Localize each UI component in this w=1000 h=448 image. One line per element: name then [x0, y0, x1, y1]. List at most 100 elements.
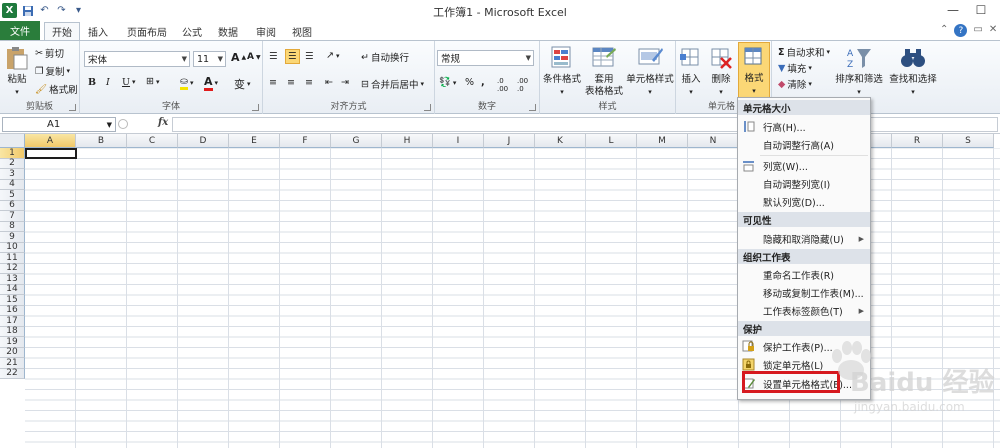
minimize-icon[interactable]: — — [938, 2, 968, 18]
bold-button[interactable]: B — [88, 77, 96, 88]
row-header-16[interactable]: 16 — [0, 305, 25, 316]
column-header-f[interactable]: F — [280, 134, 331, 148]
percent-style-button[interactable]: % — [465, 77, 474, 88]
row-header-4[interactable]: 4 — [0, 179, 25, 190]
underline-button[interactable]: U — [122, 77, 130, 88]
column-header-j[interactable]: J — [484, 134, 535, 148]
active-cell[interactable] — [25, 148, 77, 159]
tab-data[interactable]: 数据 — [216, 22, 240, 40]
merge-center-button[interactable]: ⊟ 合并后居中 ▾ — [361, 77, 424, 92]
paste-button[interactable]: 粘贴 ▾ — [3, 44, 31, 98]
number-dialog-launcher-icon[interactable] — [529, 104, 536, 111]
row-header-19[interactable]: 19 — [0, 337, 25, 348]
row-header-20[interactable]: 20 — [0, 347, 25, 358]
increase-indent-button[interactable]: ⇥ — [341, 77, 349, 88]
column-header-a[interactable]: A — [25, 134, 76, 148]
row-header-11[interactable]: 11 — [0, 253, 25, 264]
column-header-l[interactable]: L — [586, 134, 637, 148]
insert-cells-button[interactable]: 插入 ▾ — [676, 44, 706, 98]
row-header-2[interactable]: 2 — [0, 158, 25, 169]
maximize-icon[interactable]: ☐ — [966, 2, 996, 18]
row-header-22[interactable]: 22 — [0, 368, 25, 379]
row-header-13[interactable]: 13 — [0, 274, 25, 285]
minimize-ribbon-icon[interactable]: ⌃ — [940, 24, 948, 37]
align-right-button[interactable]: ≡ — [305, 77, 313, 88]
font-size-select[interactable]: 11 ▼ — [193, 51, 226, 67]
tab-page-layout[interactable]: 页面布局 — [124, 22, 170, 40]
column-header-g[interactable]: G — [331, 134, 382, 148]
font-dialog-launcher-icon[interactable] — [252, 104, 259, 111]
alignment-dialog-launcher-icon[interactable] — [424, 104, 431, 111]
align-bottom-button[interactable]: ☰ — [305, 51, 314, 62]
align-middle-button[interactable]: ☰ — [285, 49, 300, 64]
name-box[interactable]: A1 ▼ — [2, 117, 116, 132]
format-cells-button[interactable]: 格式 ▾ — [738, 42, 770, 98]
copy-button[interactable]: ❐ 复制 ▾ — [35, 64, 70, 79]
align-left-button[interactable]: ≡ — [269, 77, 277, 88]
column-header-m[interactable]: M — [637, 134, 688, 148]
clipboard-dialog-launcher-icon[interactable] — [69, 104, 76, 111]
tab-review[interactable]: 审阅 — [254, 22, 278, 40]
italic-button[interactable]: I — [106, 77, 110, 88]
close-icon[interactable]: ✕ — [989, 24, 997, 37]
insert-function-icon[interactable]: fx — [158, 117, 168, 128]
row-header-5[interactable]: 5 — [0, 190, 25, 201]
menu-item-default-width[interactable]: 默认列宽(D)... — [738, 193, 870, 210]
window-restore-icon[interactable]: ▭ — [973, 24, 982, 37]
delete-cells-button[interactable]: 删除 ▾ — [706, 44, 736, 98]
menu-item-autofit-column[interactable]: 自动调整列宽(I) — [738, 175, 870, 192]
wrap-text-button[interactable]: ↵ 自动换行 — [361, 50, 409, 65]
column-header-i[interactable]: I — [433, 134, 484, 148]
menu-item-hide-unhide[interactable]: 隐藏和取消隐藏(U) ▶ — [738, 230, 870, 247]
column-header-e[interactable]: E — [229, 134, 280, 148]
font-color-button[interactable]: A ▾ — [204, 75, 218, 91]
clear-button[interactable]: ◆ 清除 ▾ — [778, 77, 812, 92]
row-header-17[interactable]: 17 — [0, 316, 25, 327]
conditional-formatting-button[interactable]: 条件格式 ▾ — [542, 44, 582, 98]
format-painter-button[interactable]: 🖌 格式刷 — [35, 82, 78, 97]
cell-styles-button[interactable]: 单元格样式 ▾ — [624, 44, 676, 98]
align-top-button[interactable]: ☰ — [269, 51, 278, 62]
accounting-format-button[interactable]: 💱 ▾ — [439, 77, 456, 88]
cut-button[interactable]: ✂ 剪切 — [35, 46, 64, 61]
row-header-1[interactable]: 1 — [0, 148, 25, 159]
column-header-r[interactable]: R — [892, 134, 943, 148]
find-select-button[interactable]: 查找和选择 ▾ — [885, 44, 941, 98]
row-header-6[interactable]: 6 — [0, 200, 25, 211]
orientation-button[interactable]: ↗ ▾ — [326, 50, 339, 61]
phonetic-button[interactable]: 变 ▾ — [234, 76, 251, 92]
tab-insert[interactable]: 插入 — [84, 22, 112, 40]
autosum-button[interactable]: Σ 自动求和 ▾ — [778, 45, 830, 60]
column-header-d[interactable]: D — [178, 134, 229, 148]
fill-button[interactable]: ▼ 填充 ▾ — [778, 61, 812, 76]
format-as-table-button[interactable]: 套用 表格格式 — [584, 44, 624, 98]
increase-decimal-icon[interactable]: .0.00 — [497, 77, 508, 93]
decrease-decimal-icon[interactable]: .00.0 — [517, 77, 528, 93]
underline-dropdown-icon[interactable]: ▾ — [132, 78, 136, 86]
column-header-c[interactable]: C — [127, 134, 178, 148]
column-header-h[interactable]: H — [382, 134, 433, 148]
row-header-12[interactable]: 12 — [0, 263, 25, 274]
menu-item-autofit-row[interactable]: 自动调整行高(A) — [738, 136, 870, 153]
menu-item-move-copy-sheet[interactable]: 移动或复制工作表(M)... — [738, 284, 870, 301]
menu-item-protect-sheet[interactable]: 保护工作表(P)... — [738, 338, 870, 355]
row-header-21[interactable]: 21 — [0, 358, 25, 369]
column-header-k[interactable]: K — [535, 134, 586, 148]
decrease-indent-button[interactable]: ⇤ — [325, 77, 333, 88]
row-header-7[interactable]: 7 — [0, 211, 25, 222]
row-header-10[interactable]: 10 — [0, 242, 25, 253]
sort-filter-button[interactable]: AZ 排序和筛选 ▾ — [832, 44, 886, 98]
row-header-14[interactable]: 14 — [0, 284, 25, 295]
row-header-18[interactable]: 18 — [0, 326, 25, 337]
name-box-splitter-icon[interactable] — [118, 119, 128, 129]
row-header-3[interactable]: 3 — [0, 169, 25, 180]
font-name-select[interactable]: 宋体 ▼ — [84, 51, 190, 67]
grow-font-button[interactable]: A ▲ — [231, 51, 246, 64]
fill-color-button[interactable]: ⛀ ▾ — [180, 76, 193, 90]
row-header-8[interactable]: 8 — [0, 221, 25, 232]
number-format-select[interactable]: 常规 ▼ — [437, 50, 534, 66]
tab-view[interactable]: 视图 — [290, 22, 314, 40]
column-header-b[interactable]: B — [76, 134, 127, 148]
menu-item-row-height[interactable]: 行高(H)... — [738, 118, 870, 135]
comma-style-button[interactable]: , — [481, 77, 485, 88]
